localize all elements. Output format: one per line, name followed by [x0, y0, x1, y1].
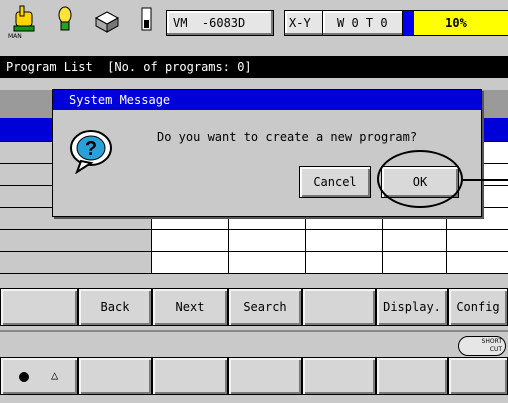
fkey-1[interactable] — [0, 288, 78, 326]
manual-mode-label: MAN — [8, 33, 22, 40]
svg-text:?: ? — [85, 138, 97, 160]
skey-5[interactable] — [302, 357, 376, 395]
divider — [0, 330, 508, 332]
display-button[interactable]: Display. — [376, 288, 448, 326]
table-row[interactable] — [0, 252, 508, 274]
shortcut-label-bottom: CUT — [489, 346, 502, 353]
plane-label: X-Y — [289, 16, 311, 30]
dialog-message: Do you want to create a new program? — [157, 130, 418, 144]
fkey-5[interactable] — [302, 288, 376, 326]
page-title: Program List [No. of programs: 0] — [0, 56, 508, 78]
shortcut-icon[interactable]: SHORT CUT — [458, 336, 506, 356]
status-flags: W 0 T 0 — [337, 16, 388, 30]
callout-leader-line — [463, 179, 508, 181]
page-indicator-key[interactable]: △ — [0, 357, 78, 395]
back-button[interactable]: Back — [78, 288, 152, 326]
skey-4[interactable] — [228, 357, 302, 395]
bulb-icon[interactable] — [50, 4, 80, 40]
manual-mode-hand-icon[interactable]: MAN — [8, 4, 38, 40]
top-status-bar: MAN VM -6083D X-Y W 0 T 0 10% — [0, 0, 508, 44]
ok-highlight-circle — [377, 150, 463, 208]
progress-bar: 10% — [402, 10, 508, 36]
skey-3[interactable] — [152, 357, 228, 395]
shortcut-label-top: SHORT — [481, 338, 502, 345]
table-row[interactable] — [0, 230, 508, 252]
skey-7[interactable] — [448, 357, 508, 395]
coolant-bottle-icon[interactable] — [132, 4, 162, 40]
machine-model: VM -6083D — [173, 16, 246, 30]
skey-6[interactable] — [376, 357, 448, 395]
triangle-icon: △ — [51, 368, 59, 382]
status-flags-box: W 0 T 0 — [322, 10, 410, 36]
progress-text: 10% — [445, 16, 467, 30]
next-button[interactable]: Next — [152, 288, 228, 326]
config-button[interactable]: Config — [448, 288, 508, 326]
search-button[interactable]: Search — [228, 288, 302, 326]
plane-box: X-Y — [284, 10, 326, 36]
dialog-title: System Message — [53, 90, 481, 110]
machine-model-box: VM -6083D — [166, 10, 274, 36]
cancel-button[interactable]: Cancel — [299, 166, 371, 198]
page-dot-icon — [19, 372, 29, 382]
question-icon: ? — [67, 128, 117, 175]
skey-2[interactable] — [78, 357, 152, 395]
workpiece-icon[interactable] — [92, 4, 122, 40]
